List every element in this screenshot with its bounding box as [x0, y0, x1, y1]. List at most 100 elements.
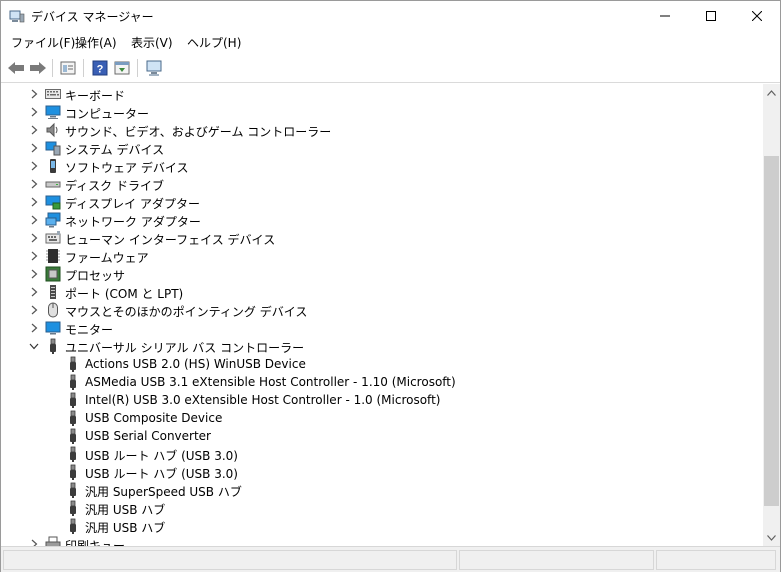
vertical-scrollbar[interactable] — [763, 84, 780, 546]
system-device-icon — [45, 140, 61, 156]
tree-device-row[interactable]: Intel(R) USB 3.0 eXtensible Host Control… — [2, 391, 762, 409]
chevron-right-icon[interactable] — [28, 285, 40, 299]
tree-device-row[interactable]: ASMedia USB 3.1 eXtensible Host Controll… — [2, 373, 762, 391]
tree-device-row[interactable]: USB Serial Converter — [2, 427, 762, 445]
chevron-right-icon[interactable] — [28, 231, 40, 245]
display-adapter-icon — [45, 194, 61, 210]
chevron-right-icon[interactable] — [28, 321, 40, 335]
tree-category-row[interactable]: コンピューター — [2, 103, 762, 121]
tree-category-row[interactable]: ネットワーク アダプター — [2, 211, 762, 229]
tree-item-label: ネットワーク アダプター — [65, 215, 201, 229]
computer-icon — [45, 104, 61, 120]
forward-arrow-icon[interactable] — [27, 57, 49, 79]
usb-icon — [65, 482, 81, 498]
chevron-right-icon[interactable] — [28, 195, 40, 209]
tree-category-row[interactable]: ヒューマン インターフェイス デバイス — [2, 229, 762, 247]
tree-category-row[interactable]: キーボード — [2, 85, 762, 103]
help-icon[interactable]: ? — [89, 57, 111, 79]
chevron-right-icon[interactable] — [28, 105, 40, 119]
scroll-down-icon[interactable] — [763, 529, 780, 546]
tree-item-label: USB ルート ハブ (USB 3.0) — [85, 467, 238, 481]
toolbar: ? — [1, 53, 780, 83]
chevron-right-icon[interactable] — [28, 123, 40, 137]
menu-file[interactable]: ファイル(F) — [11, 34, 75, 51]
chevron-right-icon[interactable] — [28, 213, 40, 227]
show-hide-console-tree-icon[interactable] — [111, 57, 133, 79]
scrollbar-thumb[interactable] — [764, 156, 779, 506]
minimize-button[interactable] — [642, 1, 688, 31]
chevron-right-icon[interactable] — [28, 141, 40, 155]
tree-item-label: キーボード — [65, 89, 126, 103]
tree-category-row[interactable]: ファームウェア — [2, 247, 762, 265]
chevron-right-icon[interactable] — [28, 249, 40, 263]
close-button[interactable] — [734, 1, 780, 31]
tree-category-row[interactable]: システム デバイス — [2, 139, 762, 157]
tree-device-row[interactable]: USB Composite Device — [2, 409, 762, 427]
usb-icon — [65, 518, 81, 534]
properties-icon[interactable] — [57, 57, 79, 79]
tree-device-row[interactable]: 汎用 USB ハブ — [2, 499, 762, 517]
tree-device-row[interactable]: USB ルート ハブ (USB 3.0) — [2, 463, 762, 481]
tree-device-row[interactable]: Actions USB 2.0 (HS) WinUSB Device — [2, 355, 762, 373]
tree-device-row[interactable]: USB ルート ハブ (USB 3.0) — [2, 445, 762, 463]
tree-item-label: 汎用 SuperSpeed USB ハブ — [85, 485, 242, 499]
menu-action[interactable]: 操作(A) — [75, 34, 117, 51]
usb-icon — [65, 446, 81, 462]
scan-hardware-icon[interactable] — [143, 57, 165, 79]
scroll-up-icon[interactable] — [763, 84, 780, 101]
tree-category-row[interactable]: ディスプレイ アダプター — [2, 193, 762, 211]
tree-item-label: ポート (COM と LPT) — [65, 287, 184, 301]
maximize-button[interactable] — [688, 1, 734, 31]
processor-icon — [45, 266, 61, 282]
tree-category-row[interactable]: マウスとそのほかのポインティング デバイス — [2, 301, 762, 319]
tree-category-row[interactable]: ユニバーサル シリアル バス コントローラー — [2, 337, 762, 355]
menu-view[interactable]: 表示(V) — [131, 34, 173, 51]
speaker-icon — [45, 122, 61, 138]
tree-item-label: マウスとそのほかのポインティング デバイス — [65, 305, 308, 319]
tree-category-row[interactable]: サウンド、ビデオ、およびゲーム コントローラー — [2, 121, 762, 139]
tree-category-row[interactable]: プロセッサ — [2, 265, 762, 283]
device-manager-icon — [9, 9, 25, 23]
menu-bar: ファイル(F) 操作(A) 表示(V) ヘルプ(H) — [1, 31, 780, 53]
back-arrow-icon[interactable] — [5, 57, 27, 79]
tree-item-label: モニター — [65, 323, 114, 337]
software-device-icon — [45, 158, 61, 174]
tree-category-row[interactable]: モニター — [2, 319, 762, 337]
chevron-right-icon[interactable] — [28, 303, 40, 317]
tree-item-label: ディスプレイ アダプター — [65, 197, 200, 211]
keyboard-icon — [45, 86, 61, 102]
status-pane — [459, 550, 654, 570]
chevron-right-icon[interactable] — [28, 267, 40, 281]
tree-item-label: Actions USB 2.0 (HS) WinUSB Device — [85, 357, 306, 371]
network-adapter-icon — [45, 212, 61, 228]
tree-category-row[interactable]: ディスク ドライブ — [2, 175, 762, 193]
chevron-right-icon[interactable] — [28, 87, 40, 101]
firmware-icon — [45, 248, 61, 264]
device-tree[interactable]: キーボード コンピューター サウンド、ビデオ、およびゲーム コントローラー システム … — [2, 84, 762, 546]
tree-item-label: プロセッサ — [65, 269, 126, 283]
chevron-down-icon[interactable] — [28, 339, 40, 353]
tree-item-label: 印刷キュー — [65, 539, 126, 546]
chevron-right-icon[interactable] — [28, 537, 40, 546]
tree-item-label: ユニバーサル シリアル バス コントローラー — [65, 341, 305, 355]
status-bar — [1, 546, 780, 572]
print-queue-icon — [45, 536, 61, 546]
hid-icon — [45, 230, 61, 246]
tree-item-label: 汎用 USB ハブ — [85, 503, 166, 517]
menu-help[interactable]: ヘルプ(H) — [187, 34, 241, 51]
svg-text:?: ? — [97, 64, 104, 76]
tree-item-label: Intel(R) USB 3.0 eXtensible Host Control… — [85, 393, 441, 407]
tree-item-label: USB ルート ハブ (USB 3.0) — [85, 449, 238, 463]
tree-device-row[interactable]: 汎用 USB ハブ — [2, 517, 762, 535]
tree-device-row[interactable]: 汎用 SuperSpeed USB ハブ — [2, 481, 762, 499]
title-bar[interactable]: デバイス マネージャー — [1, 1, 780, 31]
mouse-icon — [45, 302, 61, 318]
tree-category-row[interactable]: ソフトウェア デバイス — [2, 157, 762, 175]
tree-category-row[interactable]: ポート (COM と LPT) — [2, 283, 762, 301]
tree-item-label: USB Serial Converter — [85, 429, 211, 443]
chevron-right-icon[interactable] — [28, 177, 40, 191]
tree-category-row[interactable]: 印刷キュー — [2, 535, 762, 546]
chevron-right-icon[interactable] — [28, 159, 40, 173]
tree-item-label: ASMedia USB 3.1 eXtensible Host Controll… — [85, 375, 456, 389]
tree-item-label: ヒューマン インターフェイス デバイス — [65, 233, 276, 247]
